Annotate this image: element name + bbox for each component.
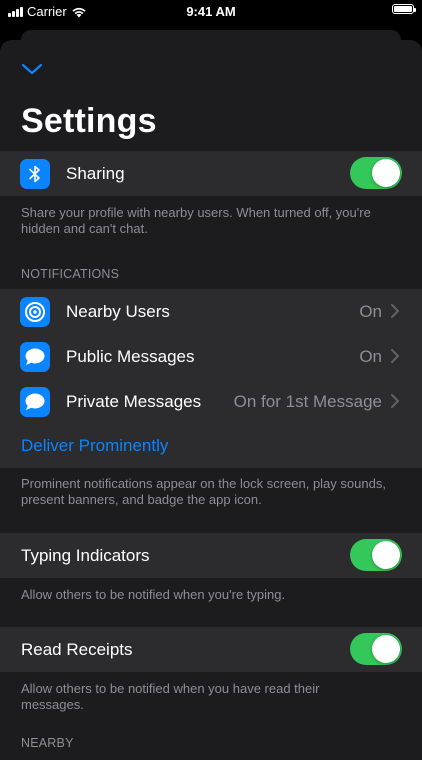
battery-icon xyxy=(392,4,416,14)
settings-sheet: Settings Sharing Share your profile with… xyxy=(0,40,422,760)
page-title: Settings xyxy=(21,102,157,140)
typing-indicators-footer: Allow others to be notified when you're … xyxy=(21,587,286,602)
sharing-row: Sharing xyxy=(0,151,422,196)
nearby-header: NEARBY xyxy=(21,736,74,750)
read-receipts-toggle[interactable] xyxy=(350,633,402,665)
sharing-toggle[interactable] xyxy=(350,157,402,189)
deliver-prominently-link[interactable]: Deliver Prominently xyxy=(0,436,168,456)
status-right xyxy=(392,4,416,14)
status-bar: Carrier 9:41 AM xyxy=(0,0,422,22)
notification-row-nearby-users[interactable]: Nearby Users On xyxy=(0,289,422,334)
private-messages-value: On for 1st Message xyxy=(233,391,382,411)
nearby-users-label: Nearby Users xyxy=(66,301,170,321)
chevron-down-icon[interactable] xyxy=(20,60,44,78)
target-icon xyxy=(20,296,50,327)
chat-bubble-icon xyxy=(20,386,50,417)
read-receipts-footer: Allow others to be notified when you hav… xyxy=(21,681,320,712)
nearby-users-value: On xyxy=(359,301,382,321)
status-time: 9:41 AM xyxy=(186,4,236,19)
typing-indicators-label: Typing Indicators xyxy=(21,545,150,565)
public-messages-label: Public Messages xyxy=(66,346,195,366)
chat-bubble-icon xyxy=(20,341,50,372)
public-messages-value: On xyxy=(359,346,382,366)
bluetooth-icon xyxy=(20,158,50,189)
sharing-footer: Share your profile with nearby users. Wh… xyxy=(21,205,371,236)
deliver-prominently-row[interactable]: Deliver Prominently xyxy=(0,423,422,468)
private-messages-label: Private Messages xyxy=(66,391,202,411)
typing-indicators-toggle[interactable] xyxy=(350,539,402,571)
typing-indicators-row: Typing Indicators xyxy=(0,533,422,578)
notification-row-private-messages[interactable]: Private Messages On for 1st Message xyxy=(0,379,422,424)
notification-row-public-messages[interactable]: Public Messages On xyxy=(0,334,422,379)
chevron-right-icon xyxy=(391,304,399,318)
notifications-footer: Prominent notifications appear on the lo… xyxy=(21,476,386,507)
notifications-header: NOTIFICATIONS xyxy=(21,267,120,281)
read-receipts-label: Read Receipts xyxy=(21,639,133,659)
chevron-right-icon xyxy=(391,349,399,363)
sharing-label: Sharing xyxy=(66,163,125,183)
chevron-right-icon xyxy=(391,394,399,408)
read-receipts-row: Read Receipts xyxy=(0,627,422,672)
